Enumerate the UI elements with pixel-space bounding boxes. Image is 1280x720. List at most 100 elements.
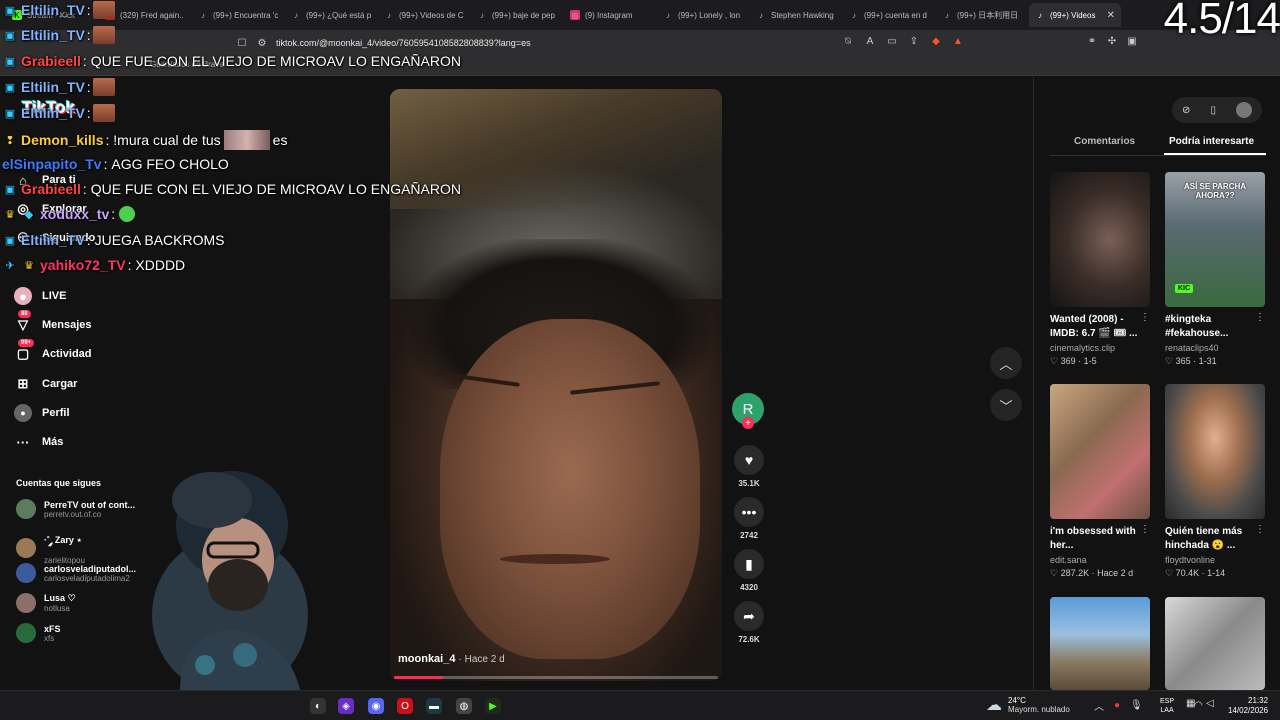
save-button[interactable]: ▮ 4320 bbox=[733, 549, 765, 592]
app-tray-icon[interactable]: ● bbox=[1114, 700, 1120, 711]
avatar bbox=[16, 538, 36, 558]
emote bbox=[92, 26, 115, 44]
app-icon[interactable]: ◐ bbox=[310, 698, 326, 714]
nav-perfil[interactable]: ● Perfil bbox=[14, 404, 70, 422]
following-account[interactable]: carlosveladiputadol... carlosveladiputado… bbox=[16, 563, 142, 583]
app-icon[interactable]: ◈ bbox=[338, 698, 354, 714]
obs-icon[interactable]: ◍ bbox=[456, 698, 472, 714]
suggested-video[interactable]: Wanted (2008) - IMDB: 6.7 🎬 🎟 ... ⋮ cine… bbox=[1050, 172, 1150, 367]
device-icon[interactable]: ▯ bbox=[1210, 105, 1216, 116]
close-tab-icon[interactable]: ✕ bbox=[1107, 10, 1115, 21]
video-progress-bar[interactable] bbox=[394, 676, 718, 679]
like-button[interactable]: ♥ 35.1K bbox=[733, 445, 765, 488]
sidebar-icon[interactable]: ▣ bbox=[1126, 35, 1138, 47]
chevron-up-icon[interactable]: ︿ bbox=[1094, 698, 1104, 713]
more-options-icon[interactable]: ⋮ bbox=[1255, 312, 1265, 323]
video-frame-mouth bbox=[500, 554, 610, 564]
browser-tab[interactable]: ◎ (9) Instagram bbox=[564, 3, 657, 27]
side-panel: ⊘ ▯ Comentarios Podría interesarte Wante… bbox=[1033, 77, 1280, 690]
nav-cargar[interactable]: ⊞ Cargar bbox=[14, 375, 78, 393]
suggested-video[interactable]: i'm obsessed with her... ⋮ edit.sana ♡ 2… bbox=[1050, 384, 1150, 579]
clock[interactable]: 21:32 14/02/2026 bbox=[1228, 696, 1268, 716]
extension-icon[interactable]: ⚭ bbox=[1086, 35, 1098, 47]
share-button[interactable]: ➦ 72.6K bbox=[733, 601, 765, 644]
avatar bbox=[16, 563, 36, 583]
video-thumbnail bbox=[1165, 384, 1265, 519]
following-account[interactable]: PerreTV out of cont... perretv.out.of.co bbox=[16, 499, 142, 519]
nav-mas[interactable]: ··· Más bbox=[14, 433, 64, 451]
video-thumbnail bbox=[1050, 384, 1150, 519]
more-options-icon[interactable]: ⋮ bbox=[1140, 312, 1150, 323]
sword-icon: ✈ bbox=[5, 259, 15, 272]
more-options-icon[interactable]: ⋮ bbox=[1140, 524, 1150, 535]
share-icon[interactable]: ⇪ bbox=[908, 35, 920, 47]
microphone-icon[interactable]: 🎙 bbox=[1130, 700, 1143, 711]
cloud-icon: ☁ bbox=[986, 697, 1002, 714]
suggested-video[interactable] bbox=[1050, 597, 1150, 690]
badge-icon: ▣ bbox=[4, 29, 16, 42]
browser-tab-active[interactable]: ♪ (99+) Videos ✕ bbox=[1029, 3, 1121, 27]
system-tray: ︿ ● 🎙 ◠ bbox=[1094, 698, 1203, 713]
avatar[interactable] bbox=[1235, 102, 1252, 118]
browser-tab[interactable]: ♪ (99+) baje de pep bbox=[471, 3, 564, 27]
video-stats: ♡ 70.4K · 1-14 bbox=[1165, 568, 1226, 578]
comment-icon: ••• bbox=[734, 497, 764, 527]
badge-icon: ▣ bbox=[4, 55, 16, 68]
language-indicator[interactable]: ESP LAA bbox=[1160, 697, 1174, 715]
video-frame-face bbox=[440, 319, 700, 659]
video-progress-fill bbox=[394, 676, 443, 679]
cast-icon[interactable]: ▭ bbox=[886, 35, 898, 47]
suggested-video[interactable]: Quién tiene más hinchada 😮 ... ⋮ floydtv… bbox=[1165, 384, 1265, 579]
reader-icon[interactable]: ⍉ bbox=[842, 35, 854, 47]
previous-video-button[interactable]: ︿ bbox=[990, 347, 1022, 379]
app-icon[interactable]: ▬ bbox=[426, 698, 442, 714]
browser-tab[interactable]: ♪ (99+) cuenta en d bbox=[843, 3, 936, 27]
nav-actividad[interactable]: ▢ 99+ Actividad bbox=[14, 339, 92, 363]
compass-icon[interactable]: ⊘ bbox=[1182, 105, 1190, 116]
tab-divider bbox=[1050, 155, 1266, 156]
network-icon[interactable]: ▦ bbox=[1186, 698, 1195, 709]
opera-icon[interactable]: O bbox=[397, 698, 413, 714]
tab-comentarios[interactable]: Comentarios bbox=[1074, 136, 1135, 147]
weather-widget[interactable]: ☁ 24°C Mayorm. nublado bbox=[986, 695, 1070, 715]
puzzle-icon[interactable]: ✣ bbox=[1106, 35, 1118, 47]
video-time: · Hace 2 d bbox=[458, 654, 505, 665]
tiktok-icon: ♪ bbox=[666, 10, 670, 20]
browser-tab[interactable]: ♪ (99+) 日本利用日 bbox=[936, 3, 1029, 27]
browser-tab[interactable]: ♪ Stephen Hawking bbox=[750, 3, 843, 27]
video-author[interactable]: moonkai_4 · Hace 2 d bbox=[398, 653, 505, 665]
more-icon: ··· bbox=[16, 434, 30, 450]
more-options-icon[interactable]: ⋮ bbox=[1255, 524, 1265, 535]
tab-podria-interesarte[interactable]: Podría interesarte bbox=[1169, 136, 1254, 147]
share-arrow-icon: ➦ bbox=[734, 601, 764, 631]
rewards-icon[interactable]: ▲ bbox=[952, 35, 964, 47]
tiktok-icon: ♪ bbox=[945, 10, 949, 20]
messages-badge: 88 bbox=[18, 310, 31, 318]
following-title: Cuentas que sigues bbox=[16, 478, 102, 488]
comment-button[interactable]: ••• 2742 bbox=[733, 497, 765, 540]
suggested-video[interactable]: ASÍ SE PARCHA AHORA?? KIC #kingteka #fek… bbox=[1165, 172, 1265, 367]
next-video-button[interactable]: ﹀ bbox=[990, 389, 1022, 421]
nav-mensajes[interactable]: ▽ 88 Mensajes bbox=[14, 310, 92, 334]
streamer-webcam bbox=[150, 455, 310, 695]
panel-controls: ⊘ ▯ bbox=[1172, 97, 1262, 123]
emote bbox=[92, 78, 115, 96]
volume-icon[interactable]: ◁ bbox=[1206, 698, 1214, 709]
badge-icon: ◆ bbox=[24, 208, 34, 221]
badge-icon: ▣ bbox=[4, 81, 16, 94]
suggested-video[interactable] bbox=[1165, 597, 1265, 690]
browser-tab[interactable]: ♪ (99+) Lonely , lon bbox=[657, 3, 750, 27]
emote bbox=[92, 1, 115, 19]
profile-icon: ● bbox=[14, 404, 32, 422]
thumbnail-caption: ASÍ SE PARCHA AHORA?? bbox=[1183, 182, 1247, 200]
translate-icon[interactable]: A bbox=[864, 35, 876, 47]
following-account[interactable]: Lusa ♡ notlusa bbox=[16, 593, 142, 613]
chat-message: ▣ Eltilin_TV: bbox=[2, 26, 115, 44]
emote bbox=[223, 130, 270, 150]
following-account[interactable]: ·˚ ༘ Zary ⋆ zarielitopou bbox=[16, 531, 142, 565]
kick-icon[interactable]: ▶ bbox=[485, 698, 501, 714]
following-account[interactable]: xFS xfs bbox=[16, 623, 142, 643]
brave-shield-icon[interactable]: ◆ bbox=[930, 35, 942, 47]
discord-icon[interactable]: ◉ bbox=[368, 698, 384, 714]
follow-plus-icon[interactable]: + bbox=[742, 417, 754, 429]
